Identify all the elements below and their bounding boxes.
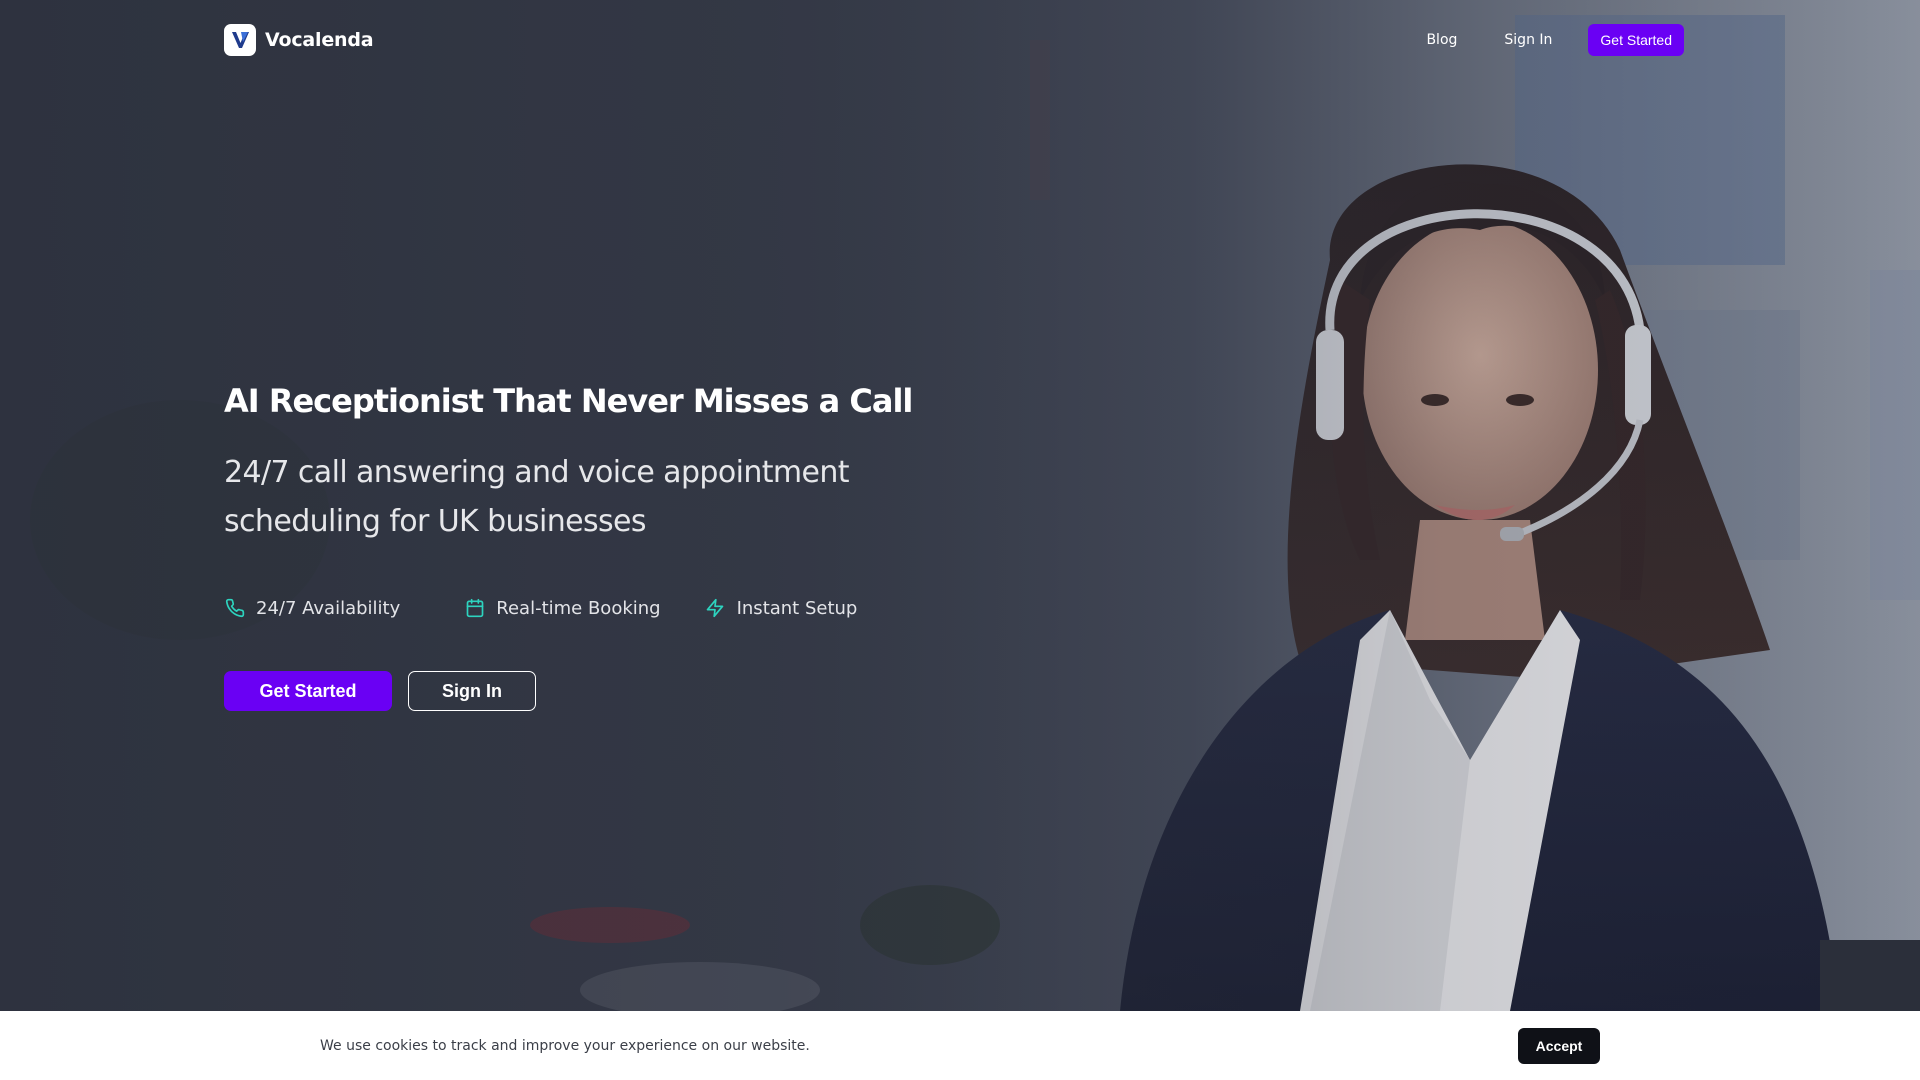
cookie-accept-button[interactable]: Accept [1518, 1027, 1600, 1064]
feature-list: 24/7 Availability Real-time Booking Inst… [224, 595, 857, 621]
hero-get-started-button[interactable]: Get Started [224, 671, 392, 711]
phone-icon [224, 598, 245, 619]
feature-booking: Real-time Booking [464, 597, 661, 619]
hero-sign-in-button[interactable]: Sign In [408, 671, 536, 711]
cookie-message: We use cookies to track and improve your… [320, 1037, 810, 1054]
hero-cta-row: Get Started Sign In [224, 671, 536, 711]
nav-sign-in-link[interactable]: Sign In [1504, 32, 1552, 48]
lightning-icon [705, 598, 726, 619]
hero-subheadline: 24/7 call answering and voice appointmen… [224, 455, 850, 539]
calendar-icon [464, 598, 485, 619]
v-logo-icon [224, 24, 256, 56]
brand-logo[interactable]: Vocalenda [224, 24, 374, 56]
brand-name: Vocalenda [265, 29, 374, 51]
nav-get-started-button[interactable]: Get Started [1588, 24, 1684, 56]
feature-label: 24/7 Availability [256, 597, 401, 619]
feature-label: Instant Setup [736, 597, 858, 619]
hero-headline: AI Receptionist That Never Misses a Call [224, 382, 913, 420]
main-nav: Blog Sign In Get Started [1426, 24, 1684, 56]
feature-availability: 24/7 Availability [224, 598, 400, 619]
feature-setup: Instant Setup [705, 597, 858, 619]
cookie-banner: We use cookies to track and improve your… [0, 1011, 1920, 1080]
feature-label: Real-time Booking [496, 597, 661, 619]
site-header: Vocalenda Blog Sign In Get Started [224, 24, 1684, 56]
nav-blog-link[interactable]: Blog [1426, 32, 1457, 48]
